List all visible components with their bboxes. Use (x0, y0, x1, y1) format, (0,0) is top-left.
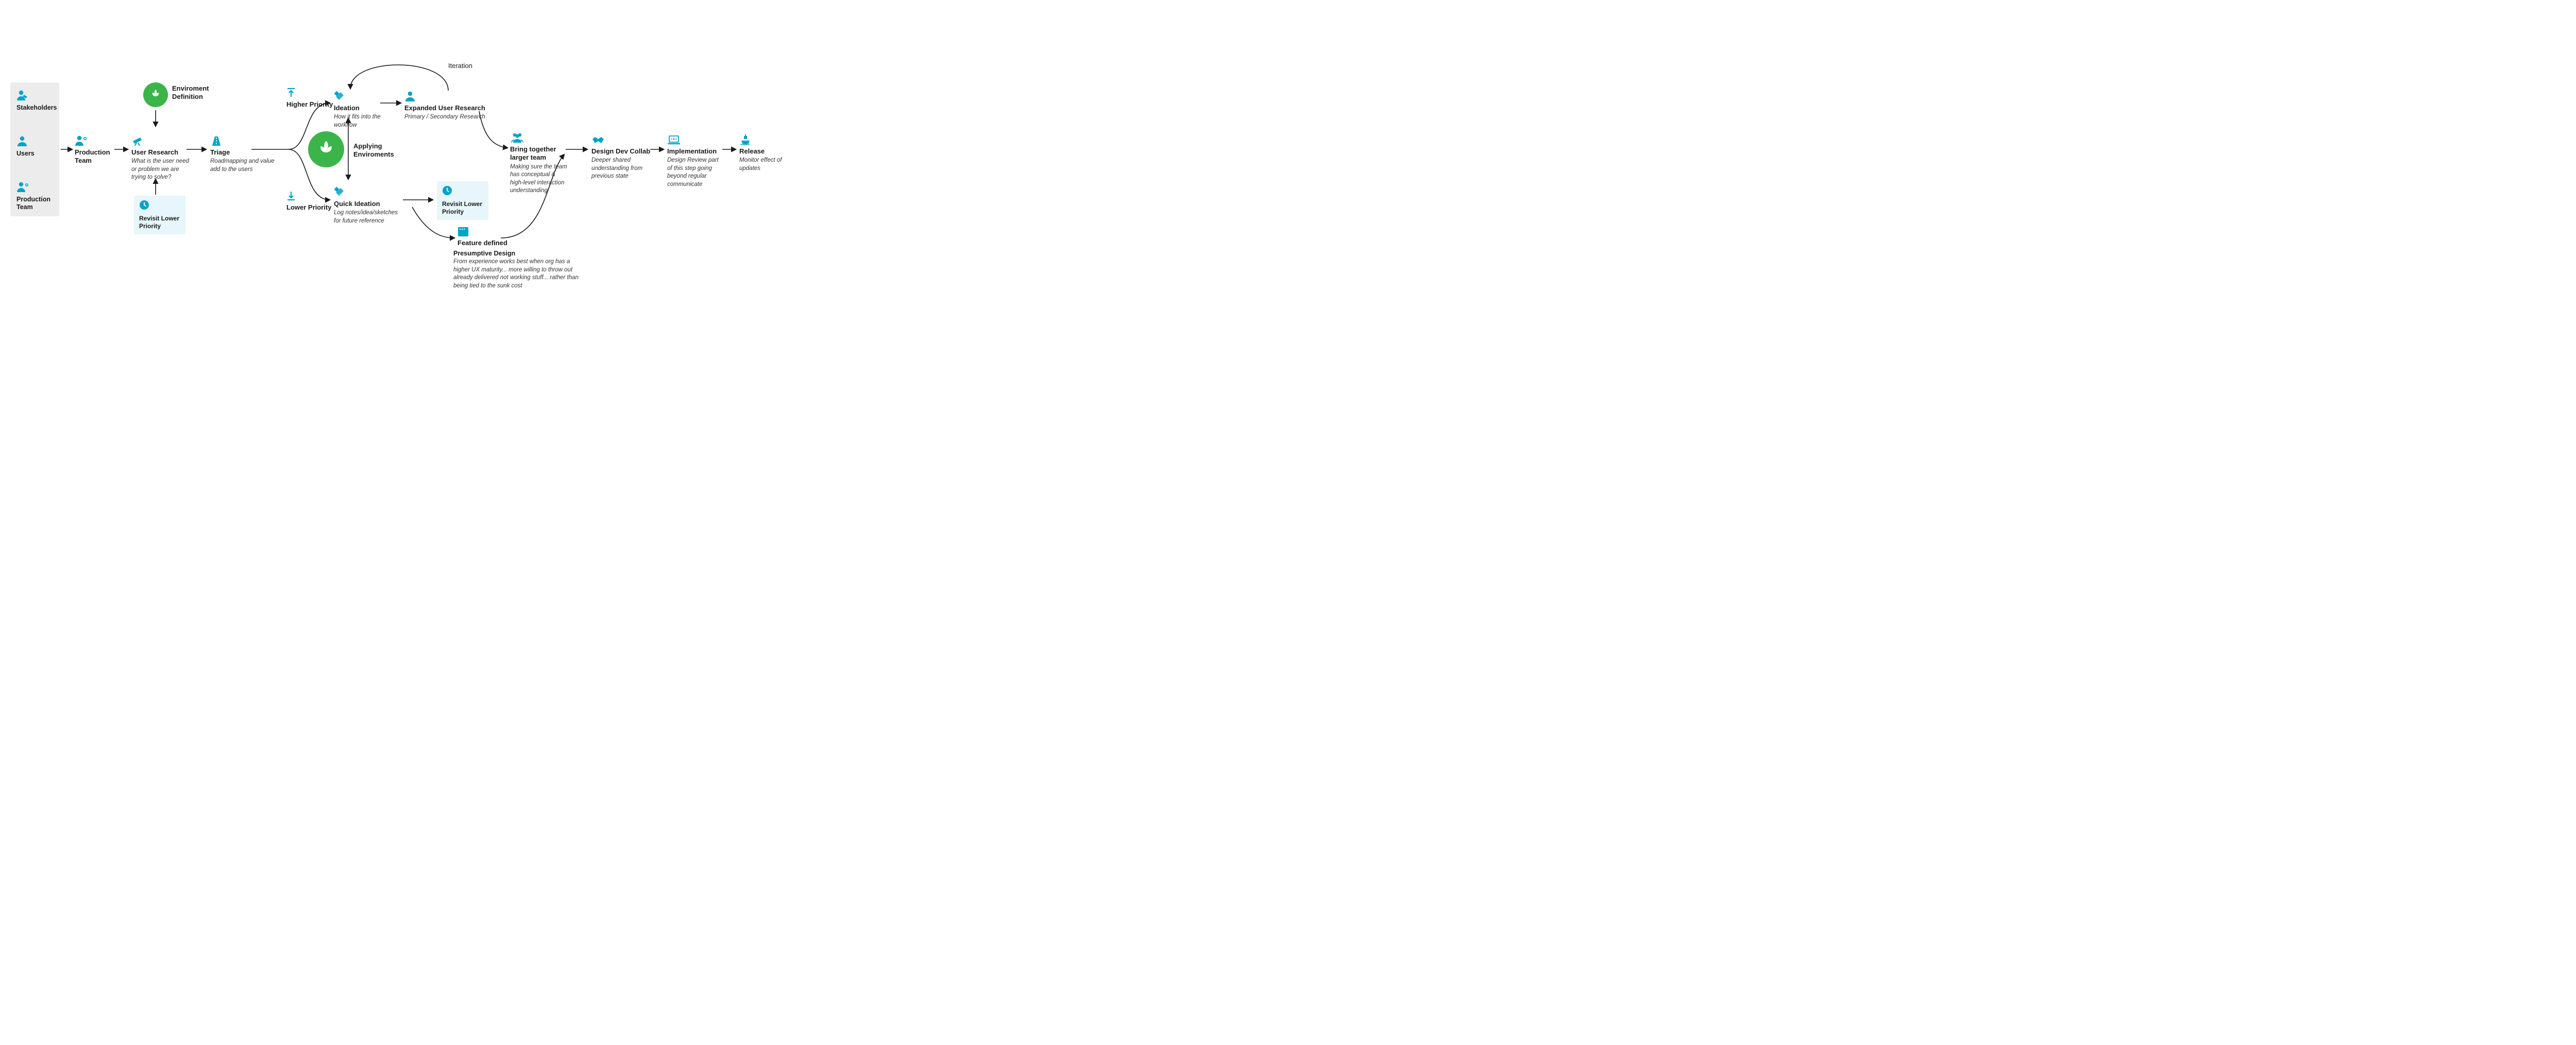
workflow-diagram: Stakeholders Users Production Team Produ… (0, 0, 804, 314)
ship-icon (739, 132, 796, 145)
node-design-dev: Design Dev Collab Deeper shared understa… (591, 132, 651, 181)
arrow-down-bar-icon (286, 191, 338, 203)
higher-priority: Higher Priority (286, 88, 338, 108)
user-icon (404, 89, 487, 102)
revisit-2-title: Revisit Lower Priority (442, 200, 483, 216)
presumptive-title: Presumptive Design (453, 250, 587, 257)
input-production-team: Production Team (16, 181, 54, 211)
node-quick-ideation-title: Quick Ideation (334, 200, 406, 208)
node-production-team-title: Production Team (75, 148, 116, 165)
node-feature-defined: Feature defined (457, 224, 514, 247)
arrow-up-bar-icon (286, 88, 338, 100)
node-implementation: Implementation Design Review part of thi… (667, 132, 724, 189)
node-release-sub: Monitor effect of updates (739, 157, 799, 173)
input-users-label: Users (16, 150, 54, 158)
node-design-dev-sub: Deeper shared understanding from previou… (591, 157, 651, 181)
applying-env-label: Applying Enviroments (353, 142, 395, 159)
node-design-dev-title: Design Dev Collab (591, 147, 651, 156)
node-quick-ideation-sub: Log notes/idea/sketches for future refer… (334, 209, 406, 225)
node-expanded-research-sub: Primary / Secondary Research (404, 113, 487, 122)
revisit-card-2: Revisit Lower Priority (437, 181, 488, 220)
higher-priority-label: Higher Priority (286, 100, 338, 108)
design-tools-icon (334, 89, 383, 102)
env-definition-circle (143, 82, 168, 107)
users-group-icon (510, 130, 569, 143)
node-triage: Triage Roadmapping and value add to the … (210, 133, 277, 174)
clock-icon (139, 200, 180, 213)
input-production-team-label: Production Team (16, 196, 54, 211)
node-bring-together-title: Bring together larger team (510, 145, 569, 162)
node-ideation: Ideation How it fits into the workflow (334, 89, 383, 129)
revisit-1-title: Revisit Lower Priority (139, 215, 180, 230)
presumptive-sub: From experience works best when org has … (453, 258, 587, 290)
road-icon (210, 133, 277, 146)
design-tools-icon (334, 184, 406, 198)
applying-env-circle (308, 131, 344, 167)
input-stakeholders-label: Stakeholders (16, 104, 54, 112)
window-icon (457, 224, 514, 237)
env-definition-label: Enviroment Definition (172, 84, 213, 101)
node-user-research-title: User Research (131, 148, 191, 157)
node-feature-defined-title: Feature defined (457, 239, 514, 247)
user-gear-icon (75, 133, 116, 146)
input-users: Users (16, 135, 54, 158)
node-ideation-sub: How it fits into the workflow (334, 113, 383, 129)
laptop-code-icon (667, 132, 724, 145)
node-ideation-title: Ideation (334, 104, 383, 112)
user-icon (16, 135, 54, 148)
clock-icon (442, 185, 483, 198)
node-release: Release Monitor effect of updates (739, 132, 796, 173)
lower-priority-label: Lower Priority (286, 203, 338, 211)
node-bring-together: Bring together larger team Making sure t… (510, 130, 569, 195)
node-user-research: User Research What is the user need or p… (131, 133, 191, 182)
node-implementation-sub: Design Review part of this step going be… (667, 157, 724, 189)
env-definition-label-wrap: Enviroment Definition (172, 84, 213, 101)
node-triage-sub: Roadmapping and value add to the users (210, 158, 277, 174)
revisit-card-1: Revisit Lower Priority (134, 196, 185, 234)
node-production-team: Production Team (75, 133, 116, 165)
node-user-research-sub: What is the user need or problem we are … (131, 158, 191, 182)
iteration-label: Iteration (448, 62, 472, 70)
lower-priority: Lower Priority (286, 191, 338, 211)
inputs-box: Stakeholders Users Production Team (10, 82, 59, 216)
node-bring-together-sub: Making sure the team has conceptual & hi… (510, 163, 569, 195)
user-tag-icon (16, 90, 54, 102)
input-stakeholders: Stakeholders (16, 90, 54, 112)
applying-env-label-wrap: Applying Enviroments (353, 142, 395, 159)
node-quick-ideation: Quick Ideation Log notes/idea/sketches f… (334, 184, 406, 225)
handshake-icon (591, 132, 651, 145)
node-release-title: Release (739, 147, 796, 156)
node-expanded-research-title: Expanded User Research (404, 104, 487, 112)
telescope-icon (131, 133, 191, 146)
node-triage-title: Triage (210, 148, 277, 157)
presumptive-block: Presumptive Design From experience works… (453, 250, 587, 290)
node-expanded-research: Expanded User Research Primary / Seconda… (404, 89, 487, 122)
node-implementation-title: Implementation (667, 147, 724, 156)
user-gear-icon (16, 181, 54, 194)
